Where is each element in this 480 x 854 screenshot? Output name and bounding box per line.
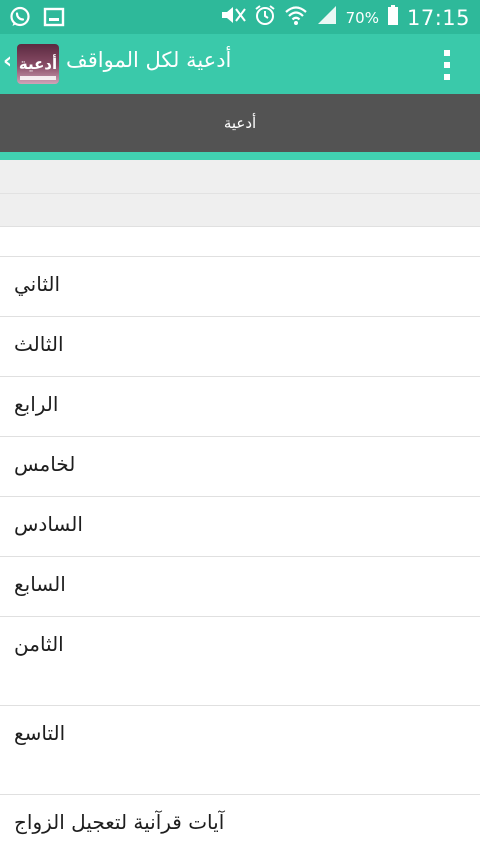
overflow-menu-icon[interactable] [444, 50, 450, 80]
list-item[interactable]: السادس [0, 496, 480, 556]
mute-icon [220, 5, 246, 30]
app-icon-label: أدعية [18, 55, 58, 73]
tab-indicator [0, 152, 480, 160]
back-chevron-icon[interactable]: ‹ [3, 51, 12, 73]
list-item[interactable] [0, 226, 480, 256]
status-bar: 70% 17:15 [0, 0, 480, 34]
signal-icon [316, 5, 338, 30]
list-item[interactable]: آيات قرآنية لتعجيل الزواج [0, 794, 480, 854]
list-item-label: الرابع [14, 392, 59, 416]
list-item[interactable]: لخامس [0, 436, 480, 496]
list-item[interactable]: التاسع [0, 705, 480, 794]
wifi-icon [284, 4, 308, 31]
list-item-label: الثالث [14, 332, 64, 356]
gallery-icon [42, 5, 66, 29]
list-item[interactable]: الثامن [0, 616, 480, 705]
app-title: أدعية لكل المواقف [66, 48, 232, 72]
list-header-spacer [0, 160, 480, 226]
list-item-label: الثاني [14, 272, 61, 296]
whatsapp-icon [8, 5, 32, 29]
battery-percent: 70% [345, 8, 379, 27]
list-item[interactable]: السابع [0, 556, 480, 616]
list-item-label: لخامس [14, 452, 76, 476]
clock: 17:15 [406, 5, 470, 30]
list-item[interactable]: الرابع [0, 376, 480, 436]
list-item[interactable]: الثالث [0, 316, 480, 376]
list-item-label: الثامن [14, 632, 64, 656]
list-item-label: التاسع [14, 721, 66, 745]
app-icon[interactable]: أدعية [17, 44, 59, 84]
list-item-label: آيات قرآنية لتعجيل الزواج [14, 810, 225, 834]
list-item-label: السابع [14, 572, 66, 596]
battery-icon [387, 5, 399, 30]
list-item[interactable]: الثاني [0, 256, 480, 316]
alarm-icon [254, 4, 276, 31]
dua-list: الثاني الثالث الرابع لخامس السادس السابع… [0, 226, 480, 854]
list-item-label: السادس [14, 512, 83, 536]
app-bar: ‹ أدعية أدعية لكل المواقف [0, 34, 480, 94]
tab-bar: أدعية [0, 94, 480, 152]
tab-duas[interactable]: أدعية [0, 94, 480, 132]
